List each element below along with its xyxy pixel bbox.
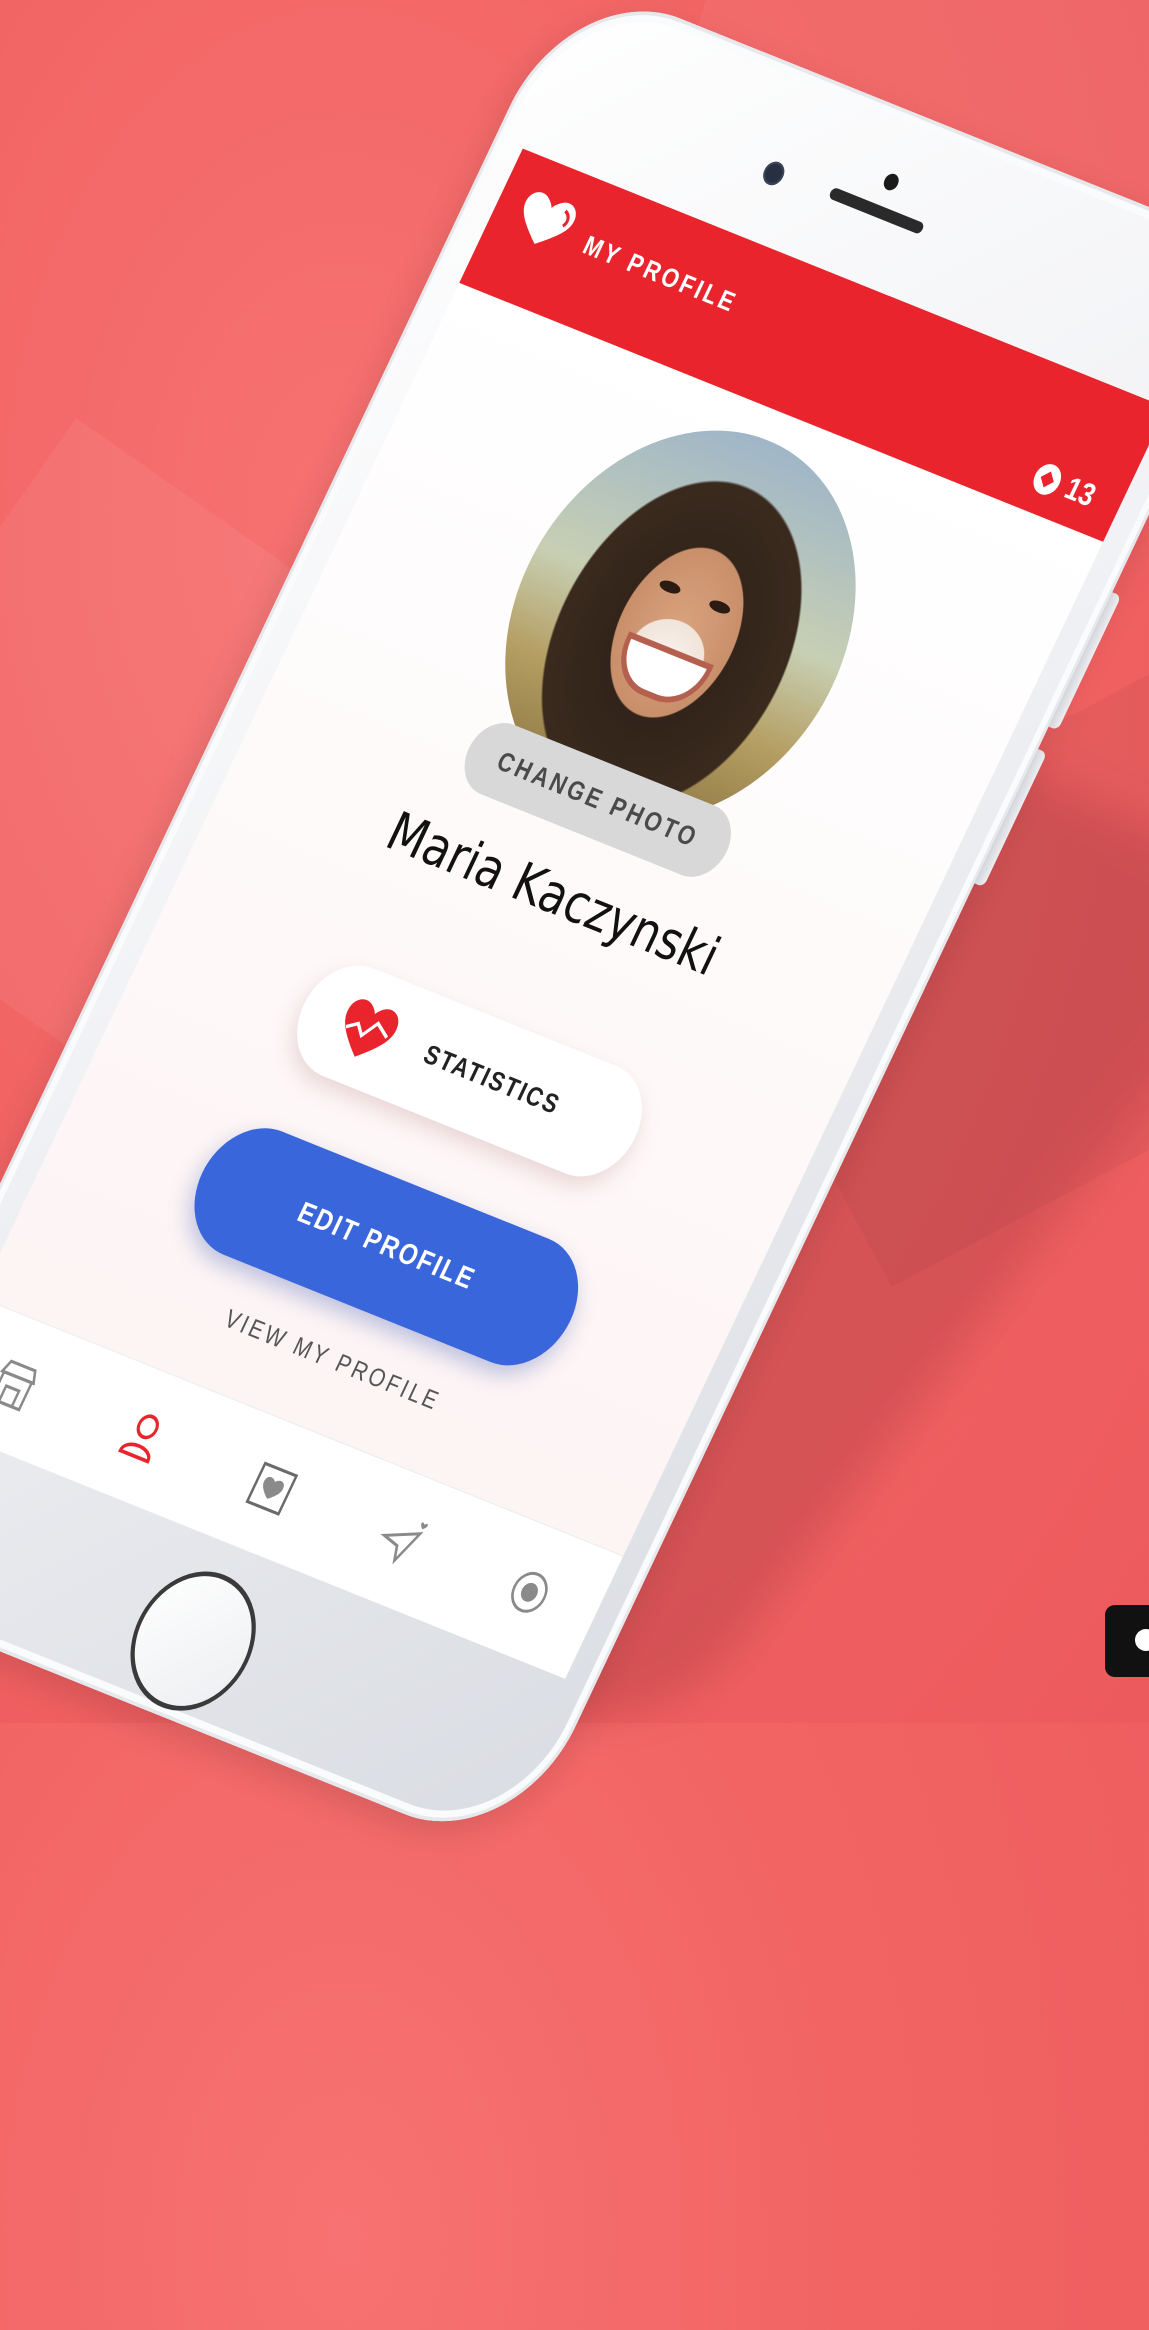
page-title: MY PROFILE xyxy=(578,229,743,319)
earpiece-speaker xyxy=(827,186,926,235)
radio-icon xyxy=(511,1571,548,1613)
store-icon xyxy=(0,1359,37,1412)
profile-icon xyxy=(118,1414,159,1464)
heart-logo-icon xyxy=(523,192,576,244)
heart-card-icon xyxy=(245,1461,299,1516)
app-screen: MY PROFILE 13 CHANGE PHOTO Maria Kaczyns… xyxy=(0,148,1149,1679)
coins-counter[interactable]: 13 xyxy=(1027,457,1102,515)
home-button[interactable] xyxy=(107,1553,279,1729)
avatar-eye xyxy=(707,597,733,617)
corner-badge xyxy=(1105,1605,1149,1677)
coins-count: 13 xyxy=(1059,469,1102,514)
front-camera xyxy=(759,158,789,189)
avatar-eye xyxy=(657,577,683,597)
tab-messages[interactable] xyxy=(354,1493,447,1588)
statistics-label: STATISTICS xyxy=(418,1038,566,1121)
tab-profile[interactable] xyxy=(97,1389,190,1484)
tab-settings[interactable] xyxy=(483,1545,576,1640)
tab-matches[interactable] xyxy=(225,1441,318,1536)
avatar-smile xyxy=(613,638,707,708)
proximity-sensor xyxy=(881,171,902,193)
tab-store[interactable] xyxy=(0,1337,61,1432)
heart-chart-icon xyxy=(345,999,399,1057)
send-heart-icon xyxy=(380,1522,428,1565)
phone-mockup: MY PROFILE 13 CHANGE PHOTO Maria Kaczyns… xyxy=(0,0,1149,2330)
coin-icon xyxy=(1028,459,1067,499)
phone-body: MY PROFILE 13 CHANGE PHOTO Maria Kaczyns… xyxy=(0,0,1149,1858)
